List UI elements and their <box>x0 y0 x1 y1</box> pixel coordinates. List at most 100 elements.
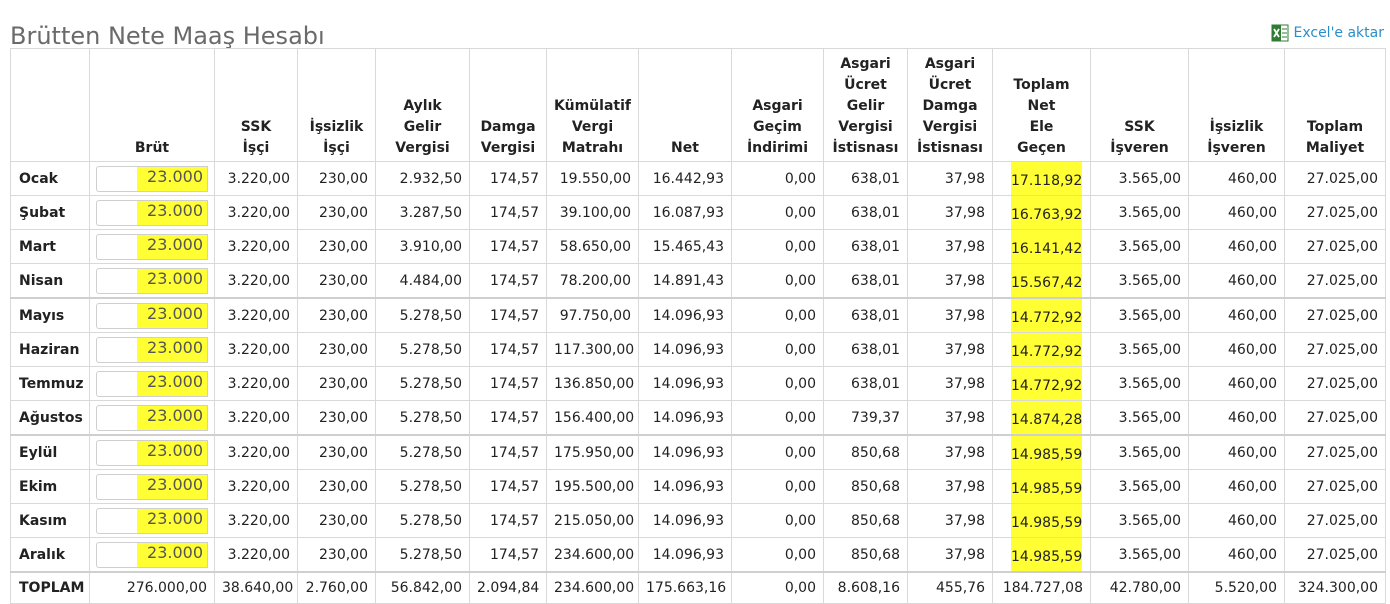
brut-cell: 23.000 <box>89 229 215 264</box>
column-header-text: Ücret <box>844 77 887 93</box>
brut-input[interactable]: 23.000 <box>137 233 208 260</box>
brut-input-prefix[interactable] <box>96 541 137 568</box>
cell-issizlik_isveren: 460,00 <box>1188 332 1285 367</box>
brut-input[interactable]: 23.000 <box>137 507 208 534</box>
export-excel-link[interactable]: Excel'e aktar <box>1271 24 1384 42</box>
cell-agi: 0,00 <box>731 332 824 367</box>
brut-input[interactable]: 23.000 <box>137 336 208 363</box>
brut-input-prefix[interactable] <box>96 370 137 397</box>
brut-input-group[interactable]: 23.000 <box>96 199 208 226</box>
brut-input-prefix[interactable] <box>96 267 137 294</box>
brut-input[interactable]: 23.000 <box>137 199 208 226</box>
cell-gelir_vergisi: 3.910,00 <box>375 229 470 264</box>
cell-agi: 0,00 <box>731 161 824 196</box>
cell-ssk_isveren: 3.565,00 <box>1090 297 1189 333</box>
brut-input-group[interactable]: 23.000 <box>96 541 208 568</box>
cell-ele_gecen: 17.118,92 <box>992 161 1091 196</box>
brut-input-prefix[interactable] <box>96 199 137 226</box>
brut-cell: 23.000 <box>89 332 215 367</box>
month-label: Eylül <box>10 434 90 470</box>
brut-input[interactable]: 23.000 <box>137 302 208 329</box>
brut-input-prefix[interactable] <box>96 404 137 431</box>
cell-issizlik_isveren: 460,00 <box>1188 161 1285 196</box>
brut-input-group[interactable]: 23.000 <box>96 507 208 534</box>
cell-maliyet: 27.025,00 <box>1284 297 1386 333</box>
column-header-text: İşçi <box>242 140 270 156</box>
brut-input[interactable]: 23.000 <box>137 473 208 500</box>
cell-net: 16.442,93 <box>638 161 732 196</box>
brut-input[interactable]: 23.000 <box>137 541 208 568</box>
cell-ssk_isci: 3.220,00 <box>214 503 298 538</box>
brut-input-prefix[interactable] <box>96 439 137 466</box>
brut-input-prefix[interactable] <box>96 336 137 363</box>
cell-issizlik_isveren: 460,00 <box>1188 366 1285 401</box>
table-row: Kasım 23.000 3.220,00 230,00 5.278,50 174,57 2… <box>10 503 1386 538</box>
brut-input-group[interactable]: 23.000 <box>96 439 208 466</box>
brut-input-group[interactable]: 23.000 <box>96 473 208 500</box>
cell-ele_gecen: 14.985,59 <box>992 537 1091 573</box>
cell-ele_gecen: 16.141,42 <box>992 229 1091 264</box>
cell-kumulatif: 215.050,00 <box>546 503 639 538</box>
cell-issizlik_isci: 230,00 <box>297 297 376 333</box>
cell-damga: 174,57 <box>469 503 547 538</box>
net-pay-highlight: 14.985,59 <box>1011 538 1082 571</box>
brut-input-prefix[interactable] <box>96 302 137 329</box>
month-label: Haziran <box>10 332 90 367</box>
table-row: Ocak 23.000 3.220,00 230,00 2.932,50 174,57 19… <box>10 161 1386 196</box>
cell-damga: 174,57 <box>469 229 547 264</box>
cell-asg_damga: 37,98 <box>907 469 993 504</box>
month-label: Ocak <box>10 161 90 196</box>
cell-gelir_vergisi: 5.278,50 <box>375 434 470 470</box>
cell-issizlik_isci: 230,00 <box>297 434 376 470</box>
cell-net: 14.096,93 <box>638 400 732 436</box>
cell-ssk_isci: 3.220,00 <box>214 229 298 264</box>
cell-net: 14.096,93 <box>638 434 732 470</box>
brut-input-prefix[interactable] <box>96 473 137 500</box>
cell-agi: 0,00 <box>731 229 824 264</box>
total-issizlik_isci: 2.760,00 <box>297 571 376 604</box>
column-header-text: SSK <box>240 119 272 135</box>
brut-input-group[interactable]: 23.000 <box>96 267 208 294</box>
net-pay-highlight: 14.985,59 <box>1011 504 1082 537</box>
brut-input[interactable]: 23.000 <box>137 439 208 466</box>
cell-damga: 174,57 <box>469 537 547 573</box>
column-header-text: İşsizlik <box>1209 119 1264 135</box>
brut-input-group[interactable]: 23.000 <box>96 404 208 431</box>
column-header-text: Ele <box>1029 119 1054 135</box>
cell-damga: 174,57 <box>469 297 547 333</box>
column-header-text: Kümülatif <box>554 98 631 114</box>
cell-kumulatif: 97.750,00 <box>546 297 639 333</box>
cell-gelir_vergisi: 5.278,50 <box>375 537 470 573</box>
total-row: TOPLAM 276.000,00 38.640,00 2.760,00 56.842,… <box>10 571 1386 604</box>
brut-input-prefix[interactable] <box>96 233 137 260</box>
cell-maliyet: 27.025,00 <box>1284 537 1386 573</box>
brut-cell: 23.000 <box>89 537 215 573</box>
brut-input-prefix[interactable] <box>96 507 137 534</box>
brut-input[interactable]: 23.000 <box>137 165 208 192</box>
brut-input-group[interactable]: 23.000 <box>96 370 208 397</box>
brut-input-group[interactable]: 23.000 <box>96 302 208 329</box>
cell-maliyet: 27.025,00 <box>1284 366 1386 401</box>
cell-net: 15.465,43 <box>638 229 732 264</box>
cell-agi: 0,00 <box>731 503 824 538</box>
brut-input-group[interactable]: 23.000 <box>96 165 208 192</box>
brut-input-prefix[interactable] <box>96 165 137 192</box>
brut-input-group[interactable]: 23.000 <box>96 233 208 260</box>
column-header-ssk_isci: SSK İşçi <box>214 48 298 162</box>
brut-input[interactable]: 23.000 <box>137 267 208 294</box>
column-header-text: Matrahı <box>561 140 624 156</box>
column-header-text: İstisnası <box>832 140 899 156</box>
cell-issizlik_isci: 230,00 <box>297 469 376 504</box>
cell-kumulatif: 58.650,00 <box>546 229 639 264</box>
brut-input-group[interactable]: 23.000 <box>96 336 208 363</box>
cell-maliyet: 27.025,00 <box>1284 434 1386 470</box>
cell-ssk_isci: 3.220,00 <box>214 537 298 573</box>
brut-input[interactable]: 23.000 <box>137 370 208 397</box>
column-header-text: SSK <box>1124 119 1155 135</box>
cell-gelir_vergisi: 2.932,50 <box>375 161 470 196</box>
column-header-text: Vergisi <box>480 140 536 156</box>
total-agi: 0,00 <box>731 571 824 604</box>
cell-issizlik_isveren: 460,00 <box>1188 263 1285 299</box>
cell-gelir_vergisi: 3.287,50 <box>375 195 470 230</box>
brut-input[interactable]: 23.000 <box>137 404 208 431</box>
